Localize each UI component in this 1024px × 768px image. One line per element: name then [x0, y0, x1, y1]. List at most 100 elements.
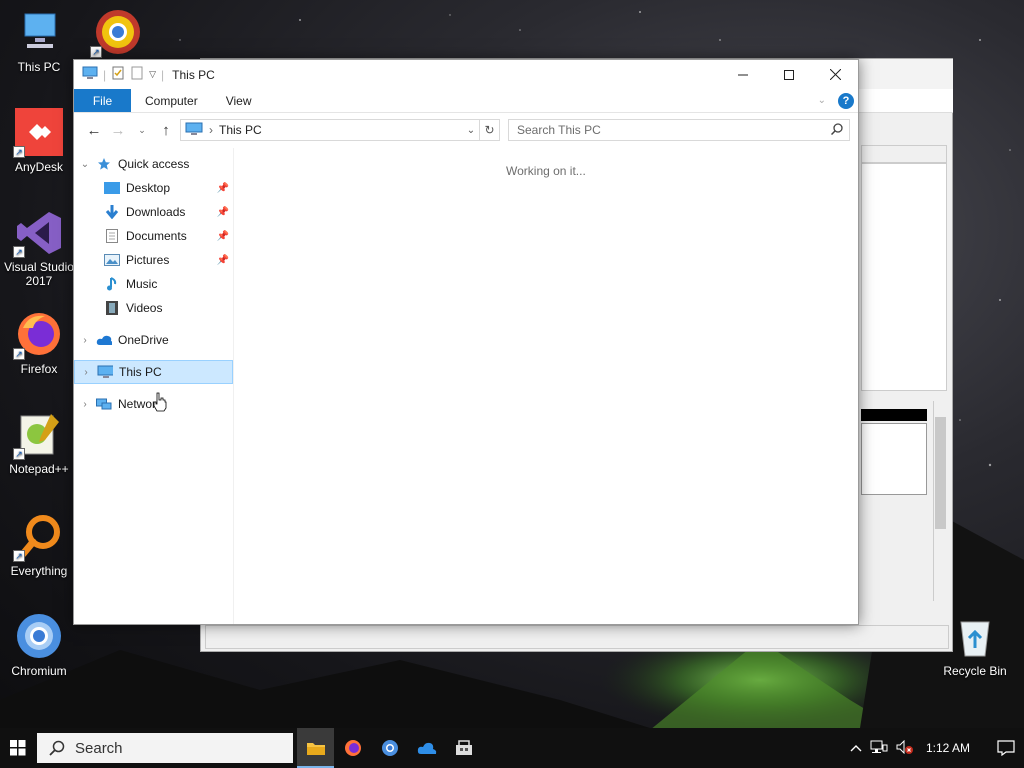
taskbar-search-box[interactable]: Search: [37, 733, 293, 763]
expand-ribbon-icon[interactable]: ⌄: [818, 95, 826, 106]
minimize-icon: [738, 74, 748, 75]
desktop-icon-firefox[interactable]: ↗ Firefox: [2, 310, 76, 376]
taskbar-file-explorer[interactable]: [297, 728, 334, 768]
network-status-icon[interactable]: [870, 740, 888, 757]
desktop-icon-label: This PC: [17, 60, 61, 74]
maximize-icon: [784, 69, 794, 80]
tab-computer[interactable]: Computer: [131, 89, 212, 112]
computer-icon: [97, 364, 113, 380]
up-button[interactable]: ↑: [154, 118, 178, 142]
nav-item-downloads[interactable]: Downloads 📌: [74, 200, 233, 224]
nav-item-music[interactable]: Music: [74, 272, 233, 296]
network-icon: [96, 396, 112, 412]
clock[interactable]: 1:12 AM: [926, 741, 970, 755]
desktop-icon-chromium[interactable]: Chromium: [2, 612, 76, 678]
close-button[interactable]: [812, 60, 858, 89]
nav-item-videos[interactable]: Videos: [74, 296, 233, 320]
notification-icon: [997, 740, 1015, 756]
pin-icon: 📌: [216, 182, 229, 194]
picture-icon: [104, 252, 120, 268]
desktop-icon-chrome[interactable]: ↗: [80, 8, 152, 60]
cloud-icon: [96, 332, 112, 348]
chevron-right-icon[interactable]: ›: [74, 335, 96, 346]
nav-label: This PC: [119, 365, 162, 379]
nav-label: Videos: [126, 301, 163, 315]
show-hidden-icons-chevron-icon[interactable]: [850, 741, 862, 755]
help-icon[interactable]: ?: [838, 92, 854, 109]
desktop-icon-this-pc[interactable]: This PC: [2, 8, 76, 74]
volume-muted-icon[interactable]: [896, 739, 914, 757]
content-pane[interactable]: Working on it...: [234, 148, 858, 624]
nav-label: Documents: [126, 229, 187, 243]
shortcut-arrow-icon: ↗: [13, 348, 25, 360]
properties-icon[interactable]: [111, 66, 125, 83]
file-explorer-window[interactable]: | ▽ | This PC File Computer View ⌄ ? ← →…: [73, 59, 859, 625]
shortcut-arrow-icon: ↗: [90, 46, 102, 58]
tab-file[interactable]: File: [74, 89, 131, 112]
toolbar-divider: |: [103, 67, 107, 82]
chevron-down-icon[interactable]: ⌄: [74, 159, 96, 170]
taskbar-chromium[interactable]: [371, 728, 408, 768]
computer-icon: [15, 8, 63, 56]
nav-item-pictures[interactable]: Pictures 📌: [74, 248, 233, 272]
video-icon: [104, 300, 120, 316]
desktop-icon-label: Visual Studio 2017: [4, 260, 74, 288]
desktop-icon-notepad-plus-plus[interactable]: ↗ Notepad++: [2, 410, 76, 476]
taskbar-firefox[interactable]: [334, 728, 371, 768]
scrollbar[interactable]: [933, 401, 947, 601]
new-folder-icon[interactable]: [130, 66, 144, 83]
customize-dropdown-icon[interactable]: ▽: [149, 69, 156, 80]
nav-item-quick-access[interactable]: ⌄ Quick access: [74, 152, 233, 176]
cloud-icon: [417, 742, 436, 754]
anydesk-icon: ↗: [13, 108, 63, 158]
nav-item-onedrive[interactable]: › OneDrive: [74, 328, 233, 352]
breadcrumb-chevron-icon[interactable]: ›: [209, 123, 213, 137]
start-button[interactable]: [0, 728, 36, 768]
action-center-button[interactable]: [988, 728, 1024, 768]
ribbon-tabs: File Computer View ⌄ ?: [74, 89, 858, 113]
loading-message: Working on it...: [506, 164, 586, 178]
computer-icon: [82, 66, 98, 83]
minimize-button[interactable]: [720, 60, 766, 89]
taskbar-store[interactable]: [445, 728, 482, 768]
nav-item-documents[interactable]: Documents 📌: [74, 224, 233, 248]
chrome-icon: ↗: [90, 8, 140, 58]
desktop-icon-visual-studio[interactable]: ↗ Visual Studio 2017: [2, 208, 76, 288]
nav-label: Pictures: [126, 253, 170, 267]
everything-search-icon: ↗: [13, 512, 63, 562]
system-tray: 1:12 AM: [850, 739, 988, 757]
title-bar[interactable]: | ▽ | This PC: [74, 60, 858, 89]
breadcrumb-this-pc[interactable]: This PC: [219, 123, 262, 137]
toolbar-divider: |: [161, 67, 165, 82]
music-icon: [104, 276, 120, 292]
nav-item-this-pc[interactable]: › This PC: [74, 360, 233, 384]
folder-icon: [306, 743, 325, 755]
navigation-bar: ← → ⌄ ↑ › This PC ⌄ ↻ Search This PC: [74, 113, 858, 147]
document-icon: [104, 228, 120, 244]
address-dropdown-icon[interactable]: ⌄: [463, 125, 479, 136]
pin-icon: 📌: [216, 254, 229, 266]
forward-button[interactable]: →: [106, 118, 130, 142]
computer-icon: [185, 122, 203, 139]
refresh-button[interactable]: ↻: [479, 120, 499, 140]
desktop-icon-everything[interactable]: ↗ Everything: [2, 512, 76, 578]
taskbar-onedrive[interactable]: [408, 728, 445, 768]
desktop-icon-anydesk[interactable]: ↗ AnyDesk: [2, 108, 76, 174]
nav-item-desktop[interactable]: Desktop 📌: [74, 176, 233, 200]
tab-view[interactable]: View: [212, 89, 266, 112]
nav-label: Music: [126, 277, 158, 291]
back-button[interactable]: ←: [82, 118, 106, 142]
arrow-up-icon: ↑: [162, 121, 170, 139]
hand-cursor-icon: [153, 392, 167, 412]
visual-studio-icon: ↗: [13, 208, 63, 258]
maximize-button[interactable]: [766, 60, 812, 89]
desktop-icon-label: Recycle Bin: [943, 664, 1007, 678]
window-title: This PC: [172, 67, 215, 82]
chevron-right-icon[interactable]: ›: [74, 399, 96, 410]
address-bar[interactable]: › This PC ⌄ ↻: [180, 119, 500, 141]
recent-locations-button[interactable]: ⌄: [130, 118, 154, 142]
arrow-right-icon: →: [110, 121, 126, 139]
search-input[interactable]: Search This PC: [508, 119, 850, 141]
close-icon: [829, 69, 841, 80]
chevron-right-icon[interactable]: ›: [75, 367, 97, 378]
